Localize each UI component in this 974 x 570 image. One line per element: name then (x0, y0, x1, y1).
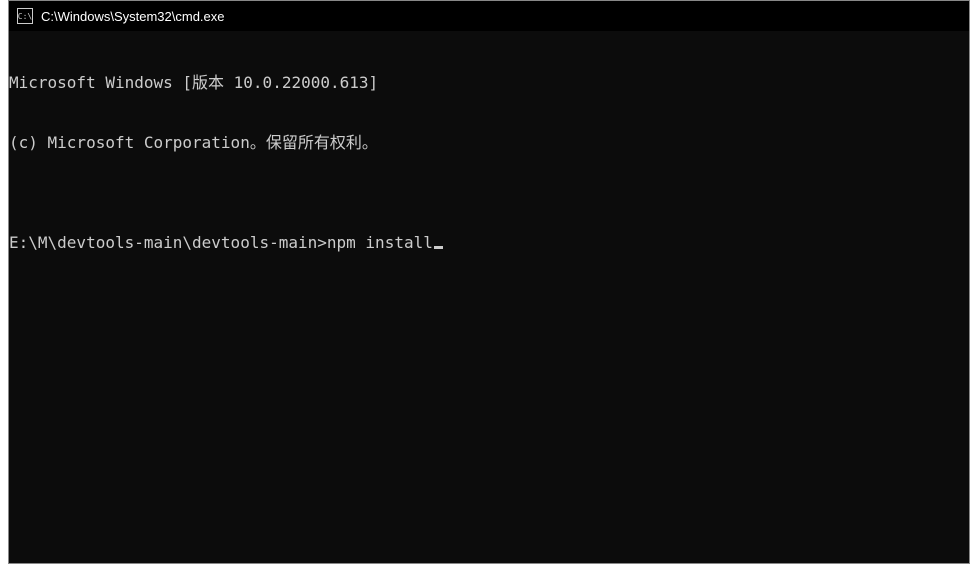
command-input-text[interactable]: npm install (327, 233, 433, 252)
output-line: (c) Microsoft Corporation。保留所有权利。 (9, 133, 969, 153)
terminal-body[interactable]: Microsoft Windows [版本 10.0.22000.613] (c… (9, 31, 969, 563)
window-title: C:\Windows\System32\cmd.exe (41, 9, 225, 24)
prompt-path: E:\M\devtools-main\devtools-main> (9, 233, 327, 252)
prompt-line: E:\M\devtools-main\devtools-main>npm ins… (9, 233, 969, 253)
cursor (434, 246, 443, 249)
output-line: Microsoft Windows [版本 10.0.22000.613] (9, 73, 969, 93)
cmd-icon: C:\ (17, 8, 33, 24)
cmd-window: C:\ C:\Windows\System32\cmd.exe Microsof… (8, 0, 970, 564)
titlebar[interactable]: C:\ C:\Windows\System32\cmd.exe (9, 1, 969, 31)
